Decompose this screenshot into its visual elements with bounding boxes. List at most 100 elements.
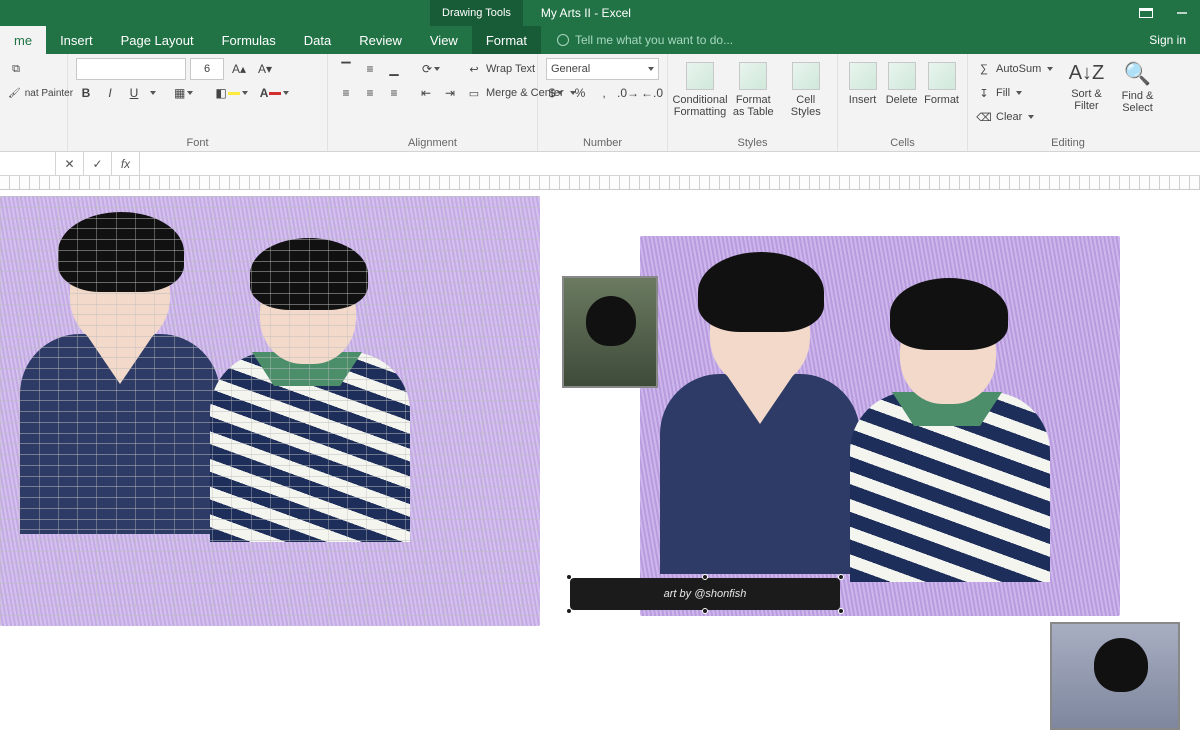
- tab-page-layout[interactable]: Page Layout: [107, 26, 208, 54]
- tab-view[interactable]: View: [416, 26, 472, 54]
- bold-button[interactable]: B: [76, 83, 96, 103]
- selection-handle[interactable]: [566, 574, 572, 580]
- tab-format[interactable]: Format: [472, 26, 541, 54]
- tab-insert[interactable]: Insert: [46, 26, 107, 54]
- sort-filter-icon: A↓Z: [1069, 62, 1105, 84]
- sigma-icon: ∑: [976, 61, 992, 77]
- tab-formulas[interactable]: Formulas: [208, 26, 290, 54]
- decrease-indent-icon[interactable]: ⇤: [416, 83, 436, 103]
- tab-review[interactable]: Review: [345, 26, 416, 54]
- align-right-icon[interactable]: ≡: [384, 83, 404, 103]
- group-number-label: Number: [546, 135, 659, 149]
- insert-cells-button[interactable]: Insert: [846, 58, 879, 130]
- signature-textbox[interactable]: art by @shonfish: [570, 578, 840, 610]
- format-as-table-icon: [739, 62, 767, 90]
- increase-font-icon[interactable]: A▴: [228, 59, 250, 79]
- flower-overlay-icon: [1108, 660, 1136, 688]
- enter-icon[interactable]: ✓: [84, 152, 112, 175]
- conditional-formatting-button[interactable]: Conditional Formatting: [676, 58, 724, 130]
- ribbon-display-options-icon[interactable]: [1128, 0, 1164, 26]
- selection-handle[interactable]: [838, 608, 844, 614]
- clear-button[interactable]: ⌫ Clear: [976, 106, 1058, 128]
- cell-styles-button[interactable]: Cell Styles: [783, 58, 830, 130]
- tab-data[interactable]: Data: [290, 26, 345, 54]
- group-number: General $ % , .0→ ←.0 Number: [538, 54, 668, 151]
- font-size-combo[interactable]: 6: [190, 58, 224, 80]
- font-name-combo[interactable]: [76, 58, 186, 80]
- cancel-icon[interactable]: ✕: [56, 152, 84, 175]
- accounting-format-icon[interactable]: $: [546, 83, 566, 103]
- align-bottom-icon[interactable]: ▁: [384, 59, 404, 79]
- selection-handle[interactable]: [838, 574, 844, 580]
- document-title: My Arts II - Excel: [523, 0, 649, 26]
- delete-cells-button[interactable]: Delete: [885, 58, 918, 130]
- wrap-text-icon: ↩: [466, 61, 482, 77]
- cell-styles-icon: [792, 62, 820, 90]
- formula-input[interactable]: [140, 152, 1200, 175]
- format-painter-button[interactable]: 🖌 nat Painter: [8, 82, 59, 104]
- contextual-tab-label: Drawing Tools: [430, 0, 523, 26]
- align-left-icon[interactable]: ≡: [336, 83, 356, 103]
- align-center-icon[interactable]: ≡: [360, 83, 380, 103]
- group-clipboard: ⧉ 🖌 nat Painter: [0, 54, 68, 151]
- decrease-decimal-icon[interactable]: ←.0: [642, 83, 662, 103]
- group-editing-label: Editing: [976, 135, 1160, 149]
- underline-button[interactable]: U: [124, 83, 144, 103]
- formula-bar: ✕ ✓ fx: [0, 152, 1200, 176]
- percent-format-icon[interactable]: %: [570, 83, 590, 103]
- reference-photo-bottom[interactable]: [1050, 622, 1180, 730]
- align-middle-icon[interactable]: ≡: [360, 59, 380, 79]
- tab-home[interactable]: me: [0, 26, 46, 54]
- insert-function-button[interactable]: fx: [112, 152, 140, 175]
- copy-button[interactable]: ⧉: [8, 58, 59, 80]
- conditional-formatting-icon: [686, 62, 714, 90]
- italic-button[interactable]: I: [100, 83, 120, 103]
- decrease-font-icon[interactable]: A▾: [254, 59, 276, 79]
- align-top-icon[interactable]: ▔: [336, 59, 356, 79]
- increase-decimal-icon[interactable]: .0→: [618, 83, 638, 103]
- copy-icon: ⧉: [8, 61, 24, 77]
- format-as-table-button[interactable]: Format as Table: [730, 58, 777, 130]
- paintbrush-icon: 🖌: [8, 85, 21, 101]
- delete-cells-icon: [888, 62, 916, 90]
- worksheet-canvas[interactable]: art by @shonfish: [0, 176, 1200, 628]
- figure-right-person-editing: [0, 196, 540, 626]
- format-cells-icon: [928, 62, 956, 90]
- reference-photo-top[interactable]: [562, 276, 658, 388]
- fill-color-button[interactable]: ◧: [211, 83, 251, 103]
- format-cells-button[interactable]: Format: [924, 58, 959, 130]
- artwork-selected-shapes[interactable]: [0, 196, 540, 626]
- figure-right-hair: [890, 278, 1008, 350]
- titlebar-spacer: [0, 0, 430, 26]
- group-styles: Conditional Formatting Format as Table C…: [668, 54, 838, 151]
- sort-filter-button[interactable]: A↓Z Sort & Filter: [1064, 58, 1109, 130]
- name-box[interactable]: [0, 152, 56, 175]
- bucket-icon: ◧: [215, 86, 226, 100]
- font-color-button[interactable]: A: [256, 83, 294, 103]
- group-font-label: Font: [76, 135, 319, 149]
- group-cells-label: Cells: [846, 135, 959, 149]
- artwork-rendered[interactable]: [640, 236, 1120, 616]
- borders-button[interactable]: ▦: [170, 83, 197, 103]
- figure-right-person: [640, 236, 1120, 616]
- orientation-icon[interactable]: ⟳: [418, 59, 444, 79]
- minimize-icon[interactable]: [1164, 0, 1200, 26]
- selection-handle[interactable]: [702, 608, 708, 614]
- horizontal-ruler: [0, 176, 1200, 190]
- eraser-icon: ⌫: [976, 109, 992, 125]
- sign-in-link[interactable]: Sign in: [1135, 26, 1200, 54]
- underline-dropdown-icon[interactable]: [150, 91, 156, 95]
- tell-me-search[interactable]: Tell me what you want to do...: [541, 26, 1135, 54]
- increase-indent-icon[interactable]: ⇥: [440, 83, 460, 103]
- ribbon-tabstrip: me Insert Page Layout Formulas Data Revi…: [0, 26, 1200, 54]
- group-alignment: ▔ ≡ ▁ ⟳ ≡ ≡ ≡ ⇤ ⇥ ↩ Wrap Tex: [328, 54, 538, 151]
- autosum-button[interactable]: ∑ AutoSum: [976, 58, 1058, 80]
- selection-handle[interactable]: [702, 574, 708, 580]
- title-bar: Drawing Tools My Arts II - Excel: [0, 0, 1200, 26]
- group-font: 6 A▴ A▾ B I U ▦ ◧: [68, 54, 328, 151]
- comma-format-icon[interactable]: ,: [594, 83, 614, 103]
- find-select-button[interactable]: 🔍 Find & Select: [1115, 58, 1160, 130]
- fill-button[interactable]: ↧ Fill: [976, 82, 1058, 104]
- number-format-combo[interactable]: General: [546, 58, 659, 80]
- selection-handle[interactable]: [566, 608, 572, 614]
